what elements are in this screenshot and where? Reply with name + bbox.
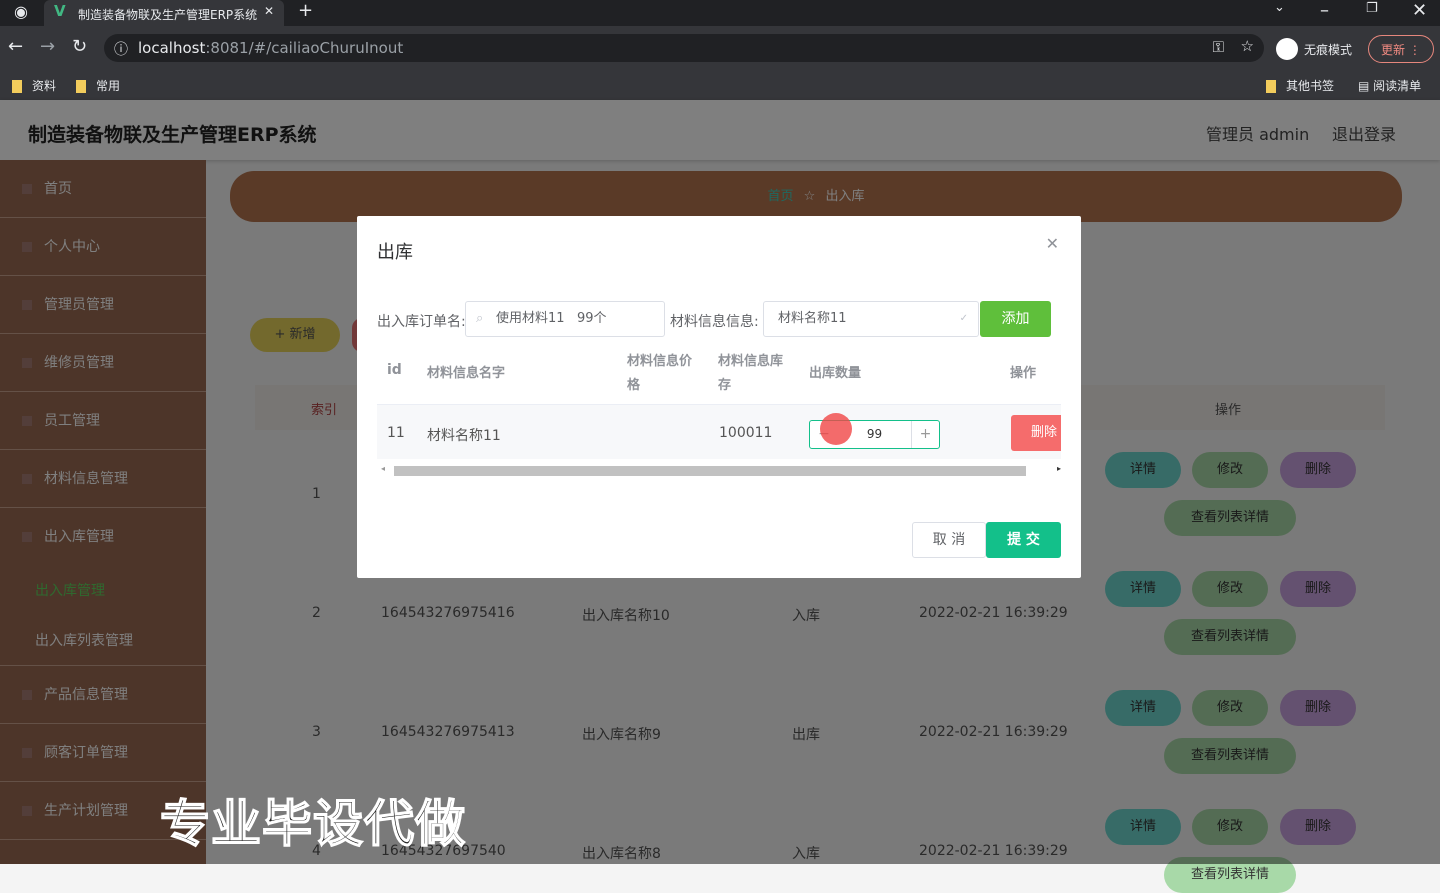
update-button[interactable]: 更新 ⋮ bbox=[1368, 35, 1434, 63]
outbound-dialog: 出库 ✕ 出入库订单名: ⌕ 使用材料11 99个 材料信息信息: 材料名称11… bbox=[357, 216, 1081, 578]
incognito-icon bbox=[1276, 38, 1298, 60]
row-id: 11 bbox=[387, 425, 405, 441]
material-value: 材料名称11 bbox=[778, 311, 847, 326]
url-path: :8081/#/cailiaoChuruInout bbox=[205, 39, 404, 57]
tab-title: 制造装备物联及生产管理ERP系统 bbox=[78, 8, 258, 22]
other-bookmarks[interactable]: 其他书签 bbox=[1266, 77, 1334, 94]
submit-button[interactable]: 提 交 bbox=[986, 522, 1061, 558]
incognito-badge[interactable]: 无痕模式 bbox=[1274, 36, 1352, 62]
close-icon[interactable]: ✕ bbox=[1046, 234, 1059, 253]
back-icon[interactable]: ← bbox=[8, 36, 23, 57]
close-tab-icon[interactable]: ✕ bbox=[264, 4, 274, 18]
order-name-value: 使用材料11 99个 bbox=[496, 311, 607, 326]
minimize-icon[interactable]: – bbox=[1320, 0, 1329, 21]
col-ops: 操作 bbox=[1010, 366, 1037, 381]
forward-icon[interactable]: → bbox=[40, 36, 55, 57]
material-table-header: id 材料信息名字 材料信息价格 材料信息库存 出库数量 操作 bbox=[377, 346, 1061, 404]
watermark-text: 专业毕设代做 bbox=[159, 794, 466, 854]
bookmarks-bar: 资料 常用 其他书签 ▤ 阅读清单 bbox=[0, 70, 1440, 100]
material-label: 材料信息信息: bbox=[670, 314, 759, 330]
globe-icon: ◉ bbox=[14, 2, 28, 21]
reading-list[interactable]: ▤ 阅读清单 bbox=[1358, 77, 1421, 94]
material-select[interactable]: 材料名称11 ✓ bbox=[763, 301, 979, 337]
search-icon: ⌕ bbox=[476, 311, 484, 326]
material-row: 11 材料名称11 100011 − 99 + 删除 bbox=[377, 404, 1061, 459]
quantity-stepper[interactable]: − 99 + bbox=[809, 413, 940, 449]
bookmark-folder[interactable]: 资料 bbox=[12, 77, 56, 94]
update-label: 更新 bbox=[1381, 43, 1406, 57]
incognito-label: 无痕模式 bbox=[1304, 43, 1353, 57]
col-qty: 出库数量 bbox=[809, 366, 862, 381]
info-icon: ⓘ bbox=[114, 42, 128, 58]
chevron-down-icon: ✓ bbox=[959, 313, 968, 324]
add-material-button[interactable]: 添加 bbox=[980, 301, 1051, 337]
col-id: id bbox=[387, 362, 402, 378]
tab-search-icon[interactable]: ⌄ bbox=[1274, 0, 1285, 15]
key-icon[interactable]: ⚿ bbox=[1213, 38, 1224, 56]
reading-list-label: 阅读清单 bbox=[1373, 79, 1422, 93]
bookmark-label: 常用 bbox=[96, 79, 121, 93]
close-window-icon[interactable]: ✕ bbox=[1412, 0, 1427, 21]
order-name-input[interactable]: ⌕ 使用材料11 99个 bbox=[465, 301, 665, 337]
dialog-title: 出库 bbox=[377, 242, 413, 263]
star-icon[interactable]: ☆ bbox=[1241, 37, 1254, 55]
url-host: localhost bbox=[138, 39, 206, 57]
row-name: 材料名称11 bbox=[427, 428, 501, 444]
horizontal-scrollbar[interactable]: ◂ ▸ bbox=[381, 464, 1061, 478]
col-stock: 材料信息库存 bbox=[718, 354, 784, 393]
row-stock: 100011 bbox=[719, 425, 773, 441]
scroll-left-icon[interactable]: ◂ bbox=[381, 464, 385, 473]
delete-row-button[interactable]: 删除 bbox=[1011, 415, 1061, 451]
browser-tab[interactable]: V 制造装备物联及生产管理ERP系统 ✕ bbox=[44, 0, 284, 26]
col-price: 材料信息价格 bbox=[627, 354, 693, 393]
browser-tab-bar: ◉ V 制造装备物联及生产管理ERP系统 ✕ + ⌄ – ❐ ✕ bbox=[0, 0, 1440, 26]
bookmark-label: 资料 bbox=[32, 79, 57, 93]
new-tab-icon[interactable]: + bbox=[298, 0, 313, 21]
col-name: 材料信息名字 bbox=[427, 366, 506, 381]
url-input[interactable]: ⓘ localhost:8081/#/cailiaoChuruInout ⚿ ☆ bbox=[104, 34, 1264, 62]
increment-button[interactable]: + bbox=[911, 421, 939, 448]
other-bookmarks-label: 其他书签 bbox=[1286, 79, 1335, 93]
click-indicator bbox=[820, 413, 852, 445]
reload-icon[interactable]: ↻ bbox=[72, 36, 87, 57]
bookmark-folder[interactable]: 常用 bbox=[76, 77, 120, 94]
order-name-label: 出入库订单名: bbox=[377, 314, 466, 330]
maximize-icon[interactable]: ❐ bbox=[1366, 1, 1378, 16]
vue-logo-icon: V bbox=[54, 2, 66, 20]
cancel-button[interactable]: 取 消 bbox=[912, 522, 986, 558]
scrollbar-thumb[interactable] bbox=[394, 466, 1026, 476]
scroll-right-icon[interactable]: ▸ bbox=[1057, 464, 1061, 473]
